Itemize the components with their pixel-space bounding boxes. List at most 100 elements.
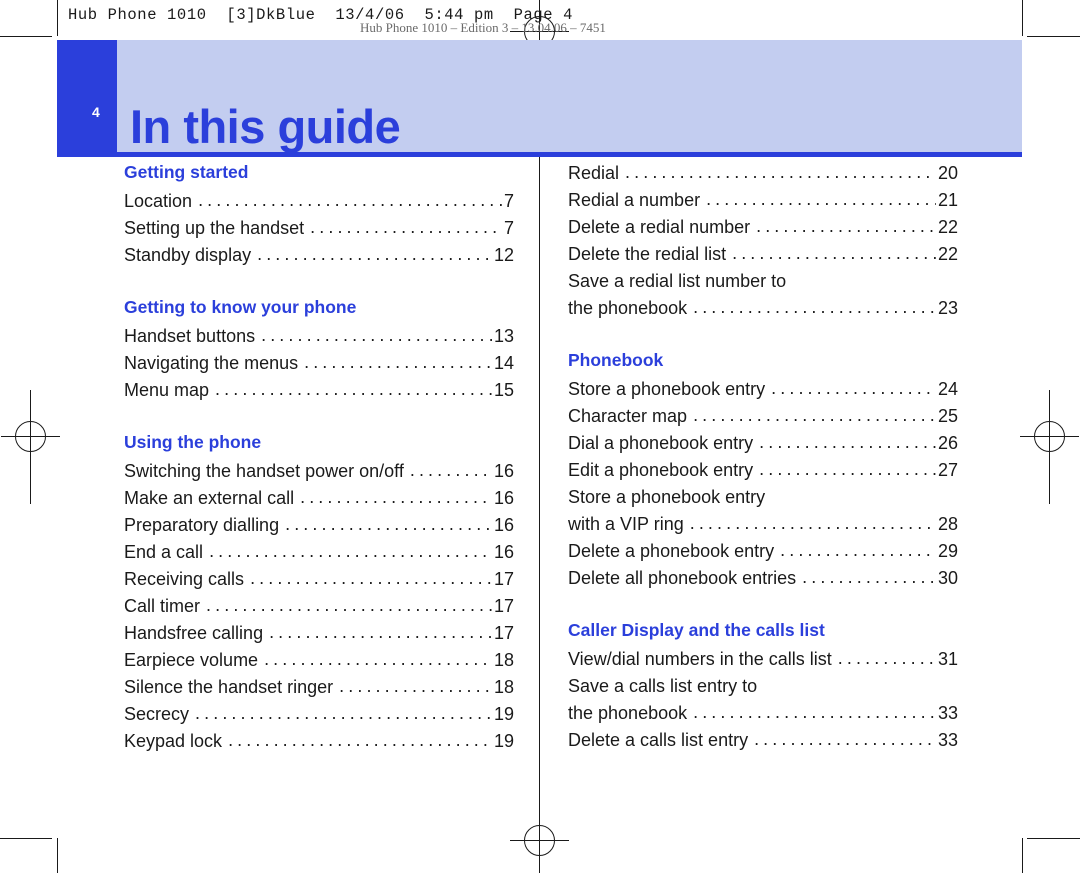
toc-leader-dots: ........................................… (759, 459, 936, 479)
toc-entry[interactable]: Store a phonebook entry.................… (568, 376, 958, 403)
toc-entry-page: 17 (493, 596, 514, 616)
toc-entry-title: the phonebook (568, 703, 688, 723)
toc-entry[interactable]: Switching the handset power on/off......… (124, 458, 514, 485)
toc-entry[interactable]: Delete the redial list..................… (568, 241, 958, 268)
toc-entry[interactable]: Silence the handset ringer..............… (124, 674, 514, 701)
toc-entry-page: 23 (937, 298, 958, 318)
toc-entry[interactable]: Navigating the menus....................… (124, 350, 514, 377)
toc-entry-page: 26 (937, 433, 958, 453)
toc-entry[interactable]: End a call..............................… (124, 539, 514, 566)
toc-leader-dots: ........................................… (706, 189, 936, 209)
toc-entry-title: Delete the redial list (568, 244, 727, 264)
toc-leader-dots: ........................................… (195, 703, 492, 723)
toc-entry-title: Redial a number (568, 190, 701, 210)
toc-entry-title: Preparatory dialling (124, 515, 280, 535)
toc-entry[interactable]: Setting up the handset..................… (124, 215, 514, 242)
toc-entry[interactable]: Keypad lock.............................… (124, 728, 514, 755)
toc-entry-continuation[interactable]: Save a redial list number to (568, 268, 958, 295)
toc-entry-page: 17 (493, 569, 514, 589)
toc-entry[interactable]: the phonebook...........................… (568, 700, 958, 727)
toc-entry-page: 13 (493, 326, 514, 346)
toc-entry-page: 14 (493, 353, 514, 373)
toc-entry-page: 22 (937, 217, 958, 237)
toc-entry[interactable]: Preparatory dialling....................… (124, 512, 514, 539)
toc-entry-title: Handsfree calling (124, 623, 264, 643)
toc-entry-page: 33 (937, 730, 958, 750)
toc-entry-page: 22 (937, 244, 958, 264)
crop-mark-bottom-right-vertical (1022, 838, 1023, 873)
toc-entry-title: Dial a phonebook entry (568, 433, 754, 453)
toc-entry[interactable]: Character map...........................… (568, 403, 958, 430)
toc-entry-title: Standby display (124, 245, 252, 265)
toc-entry[interactable]: with a VIP ring.........................… (568, 511, 958, 538)
toc-entry-title: Delete a redial number (568, 217, 751, 237)
toc-entry[interactable]: Earpiece volume.........................… (124, 647, 514, 674)
page-folio-number: 4 (92, 104, 100, 120)
crop-mark-bottom-left-horizontal (0, 838, 52, 839)
toc-entry[interactable]: Dial a phonebook entry..................… (568, 430, 958, 457)
toc-entry-title: Handset buttons (124, 326, 256, 346)
toc-entry-page: 21 (937, 190, 958, 210)
toc-entry-title: Menu map (124, 380, 210, 400)
toc-entry[interactable]: Handsfree calling.......................… (124, 620, 514, 647)
toc-entry-title: Delete a calls list entry (568, 730, 749, 750)
toc-entry[interactable]: View/dial numbers in the calls list.....… (568, 646, 958, 673)
toc-entry-title: Edit a phonebook entry (568, 460, 754, 480)
toc-leader-dots: ........................................… (257, 244, 492, 264)
toc-leader-dots: ........................................… (300, 487, 492, 507)
toc-section-heading: Getting started (124, 162, 249, 182)
toc-entry-title: End a call (124, 542, 204, 562)
toc-entry[interactable]: Redial a number.........................… (568, 187, 958, 214)
toc-entry[interactable]: Standby display.........................… (124, 242, 514, 269)
toc-entry[interactable]: Receiving calls.........................… (124, 566, 514, 593)
toc-leader-dots: ........................................… (625, 162, 936, 182)
toc-entry[interactable]: Menu map................................… (124, 377, 514, 404)
edition-slug: Hub Phone 1010 – Edition 3 – 13.04.06 – … (360, 20, 606, 35)
toc-leader-dots: ........................................… (206, 595, 492, 615)
toc-entry[interactable]: Edit a phonebook entry..................… (568, 457, 958, 484)
toc-entry[interactable]: Location................................… (124, 188, 514, 215)
toc-leader-dots: ........................................… (304, 352, 492, 372)
toc-entry[interactable]: Call timer..............................… (124, 593, 514, 620)
toc-entry[interactable]: Make an external call...................… (124, 485, 514, 512)
toc-entry-title: Receiving calls (124, 569, 245, 589)
toc-column-left: Getting started Location.................… (124, 160, 514, 755)
toc-entry-title: Setting up the handset (124, 218, 305, 238)
toc-entry-page: 31 (937, 649, 958, 669)
toc-entry[interactable]: Secrecy.................................… (124, 701, 514, 728)
toc-entry-page: 18 (493, 677, 514, 697)
crop-mark-top-left-vertical (57, 0, 58, 36)
toc-entry-page: 16 (493, 488, 514, 508)
toc-entry-title: Location (124, 191, 193, 211)
toc-entry[interactable]: Delete a redial number..................… (568, 214, 958, 241)
crop-mark-bottom-right-horizontal (1027, 838, 1080, 839)
toc-entry-page: 28 (937, 514, 958, 534)
crop-mark-top-right-vertical (1022, 0, 1023, 36)
toc-entry-continuation[interactable]: Save a calls list entry to (568, 673, 958, 700)
toc-leader-dots: ........................................… (689, 513, 936, 533)
toc-entry-title: Character map (568, 406, 688, 426)
toc-entry[interactable]: Delete a phonebook entry................… (568, 538, 958, 565)
toc-entry[interactable]: Delete a calls list entry...............… (568, 727, 958, 754)
toc-entry[interactable]: Handset buttons.........................… (124, 323, 514, 350)
toc-entry-title: Earpiece volume (124, 650, 259, 670)
toc-entry-title: View/dial numbers in the calls list (568, 649, 832, 669)
toc-entry-title: Keypad lock (124, 731, 223, 751)
registration-cross-left-vertical (30, 390, 31, 504)
toc-entry-continuation[interactable]: Store a phonebook entry (568, 484, 958, 511)
page-banner-folio-block (57, 40, 117, 152)
toc-section-heading: Caller Display and the calls list (568, 620, 825, 640)
toc-entry-page: 18 (493, 650, 514, 670)
toc-entry-page: 27 (937, 460, 958, 480)
toc-leader-dots: ........................................… (339, 676, 492, 696)
crop-mark-bottom-left-vertical (57, 838, 58, 873)
toc-entry-title: Delete all phonebook entries (568, 568, 797, 588)
toc-entry[interactable]: the phonebook...........................… (568, 295, 958, 322)
toc-entry-title: Save a redial list number to (568, 271, 787, 291)
toc-entry[interactable]: Redial..................................… (568, 160, 958, 187)
toc-entry-page: 7 (503, 218, 514, 238)
toc-entry[interactable]: Delete all phonebook entries............… (568, 565, 958, 592)
toc-leader-dots: ........................................… (780, 540, 936, 560)
toc-leader-dots: ........................................… (802, 567, 936, 587)
toc-entry-page: 29 (937, 541, 958, 561)
